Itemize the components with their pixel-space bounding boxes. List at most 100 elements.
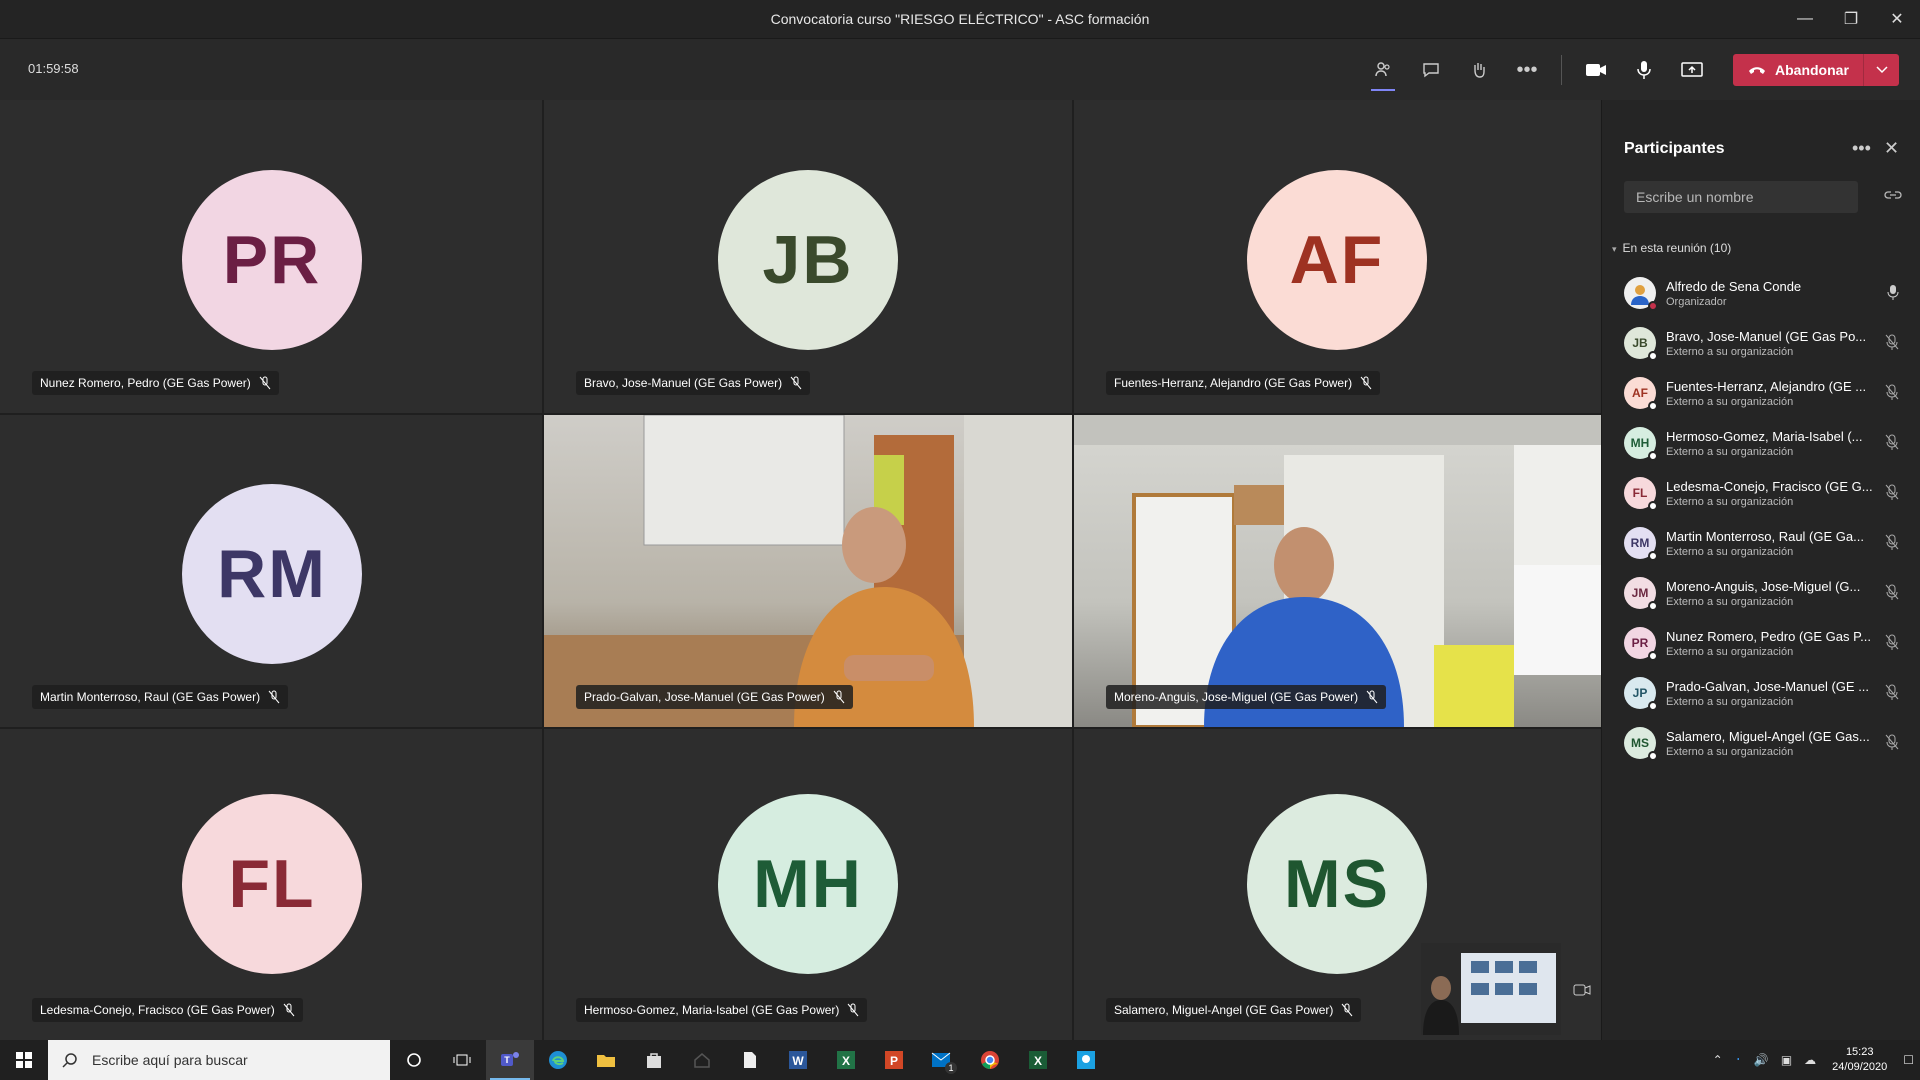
excel-icon: X [1029,1051,1047,1069]
participant-tile[interactable]: JB Bravo, Jose-Manuel (GE Gas Power) [544,100,1072,413]
taskbar-clock[interactable]: 15:23 24/09/2020 [1832,1045,1887,1075]
participant-row[interactable]: JM Moreno-Anguis, Jose-Miguel (G... Extern… [1602,568,1920,618]
leave-button-group: Abandonar [1733,54,1899,86]
presence-status-icon [1648,351,1658,361]
svg-text:W: W [792,1054,804,1068]
chat-button[interactable] [1407,39,1455,101]
presence-status-icon [1648,651,1658,661]
raise-hand-button[interactable] [1455,39,1503,101]
self-view-video[interactable] [1421,943,1561,1035]
participant-avatar: JP [1624,677,1658,711]
participant-tile[interactable]: MH Hermoso-Gomez, Maria-Isabel (GE Gas P… [544,729,1072,1040]
share-invite-icon[interactable] [1884,188,1902,202]
volume-icon[interactable]: 🔊 [1754,1053,1769,1067]
participant-nameplate: Salamero, Miguel-Angel (GE Gas Power) [1106,998,1362,1022]
leave-options-button[interactable] [1864,66,1899,74]
hand-icon [1474,63,1485,78]
panel-more-icon[interactable]: ••• [1852,138,1871,159]
mic-on-icon[interactable] [1887,284,1899,305]
taskbar-chrome[interactable] [966,1040,1014,1080]
participant-tile[interactable]: AF Fuentes-Herranz, Alejandro (GE Gas Po… [1074,100,1601,413]
mic-off-icon[interactable] [1885,684,1899,705]
participant-search-input[interactable] [1624,181,1858,213]
network-icon[interactable]: ▣ [1781,1053,1792,1067]
taskbar-store[interactable] [630,1040,678,1080]
taskbar-excel[interactable]: X [822,1040,870,1080]
leave-button[interactable]: Abandonar [1733,62,1863,78]
taskbar-search-box[interactable]: Escribe aquí para buscar [48,1040,390,1080]
participant-text: Fuentes-Herranz, Alejandro (GE ... Extern… [1666,379,1876,408]
participant-avatar: PR [182,170,362,350]
share-screen-button[interactable] [1668,39,1716,101]
taskbar-outlook[interactable]: 1 [918,1040,966,1080]
taskbar-file-explorer[interactable] [582,1040,630,1080]
participant-row[interactable]: MH Hermoso-Gomez, Maria-Isabel (... Extern… [1602,418,1920,468]
participant-row[interactable]: JP Prado-Galvan, Jose-Manuel (GE ... Exter… [1602,668,1920,718]
avatar-initials: JP [1632,686,1648,700]
taskbar-excel-2[interactable]: X [1014,1040,1062,1080]
mic-off-icon[interactable] [1885,634,1899,655]
participant-video-tile[interactable]: Moreno-Anguis, Jose-Miguel (GE Gas Power… [1074,415,1601,727]
taskbar-teams[interactable]: T [486,1040,534,1080]
participant-row[interactable]: JB Bravo, Jose-Manuel (GE Gas Po... Extern… [1602,318,1920,368]
chevron-up-icon[interactable]: ⌃ [1713,1053,1723,1067]
participant-role: Externo a su organización [1666,595,1794,608]
participant-row[interactable]: AF Fuentes-Herranz, Alejandro (GE ... Exte… [1602,368,1920,418]
microphone-button[interactable] [1620,39,1668,101]
title-bar: Convocatoria curso "RIESGO ELÉCTRICO" - … [0,0,1920,38]
mic-off-icon[interactable] [1885,584,1899,605]
more-actions-button[interactable]: ••• [1503,39,1551,101]
participant-role: Externo a su organización [1666,745,1794,758]
participant-text: Salamero, Miguel-Angel (GE Gas... Externo… [1666,729,1876,758]
participant-row[interactable]: MS Salamero, Miguel-Angel (GE Gas... Exter… [1602,718,1920,768]
mic-off-icon[interactable] [1885,534,1899,555]
mic-off-icon[interactable] [1885,484,1899,505]
task-view-button[interactable] [438,1040,486,1080]
participant-row[interactable]: Alfredo de Sena Conde Organizador [1602,268,1920,318]
minimize-icon[interactable]: — [1782,0,1828,38]
presence-status-icon [1648,451,1658,461]
taskbar-word[interactable]: W [774,1040,822,1080]
toolbar-divider [1561,55,1562,85]
participant-row[interactable]: FL Ledesma-Conejo, Fracisco (GE G... Exter… [1602,468,1920,518]
participant-row[interactable]: PR Nunez Romero, Pedro (GE Gas P... Extern… [1602,618,1920,668]
meeting-toolbar: 01:59:58 ••• Abandonar [0,38,1920,100]
participant-tile[interactable]: RM Martin Monterroso, Raul (GE Gas Power… [0,415,542,727]
participant-name: Salamero, Miguel-Angel (GE Gas... [1666,728,1870,744]
participant-video-tile[interactable]: Prado-Galvan, Jose-Manuel (GE Gas Power) [544,415,1072,727]
taskbar-app[interactable] [1062,1040,1110,1080]
start-button[interactable] [0,1040,48,1080]
close-window-icon[interactable]: ✕ [1874,0,1920,38]
participant-role: Externo a su organización [1666,395,1794,408]
notifications-icon[interactable]: ☐ [1903,1053,1914,1067]
bluetooth-icon[interactable]: ᛫ [1735,1053,1742,1067]
window-title: Convocatoria curso "RIESGO ELÉCTRICO" - … [770,11,1150,27]
mic-off-icon [1341,1003,1353,1017]
participants-button[interactable] [1359,39,1407,101]
mic-off-icon[interactable] [1885,334,1899,355]
participant-avatar: PR [1624,627,1658,661]
participant-row[interactable]: RM Martin Monterroso, Raul (GE Ga... Exter… [1602,518,1920,568]
mic-off-icon[interactable] [1885,434,1899,455]
onedrive-icon[interactable]: ☁ [1804,1053,1816,1067]
camera-button[interactable] [1572,39,1620,101]
switch-camera-icon[interactable] [1573,983,1591,997]
taskbar-home[interactable] [678,1040,726,1080]
meeting-section-header[interactable]: ▾ En esta reunión (10) [1612,241,1731,255]
taskbar-edge[interactable] [534,1040,582,1080]
participant-name: Ledesma-Conejo, Fracisco (GE Gas Power) [40,1003,275,1017]
participant-tile[interactable]: PR Nunez Romero, Pedro (GE Gas Power) [0,100,542,413]
participant-text: Nunez Romero, Pedro (GE Gas P... Externo … [1666,629,1876,658]
avatar-initials: AF [1632,386,1648,400]
taskbar-powerpoint[interactable]: P [870,1040,918,1080]
restore-icon[interactable]: ❐ [1828,0,1874,38]
mic-off-icon[interactable] [1885,384,1899,405]
mic-off-icon[interactable] [1885,734,1899,755]
avatar-initials: RM [217,536,327,612]
participant-text: Moreno-Anguis, Jose-Miguel (G... Externo … [1666,579,1876,608]
participant-tile[interactable]: FL Ledesma-Conejo, Fracisco (GE Gas Powe… [0,729,542,1040]
avatar-initials: MH [753,846,863,922]
cortana-button[interactable] [390,1040,438,1080]
panel-close-icon[interactable]: ✕ [1884,138,1899,159]
taskbar-notepad[interactable] [726,1040,774,1080]
